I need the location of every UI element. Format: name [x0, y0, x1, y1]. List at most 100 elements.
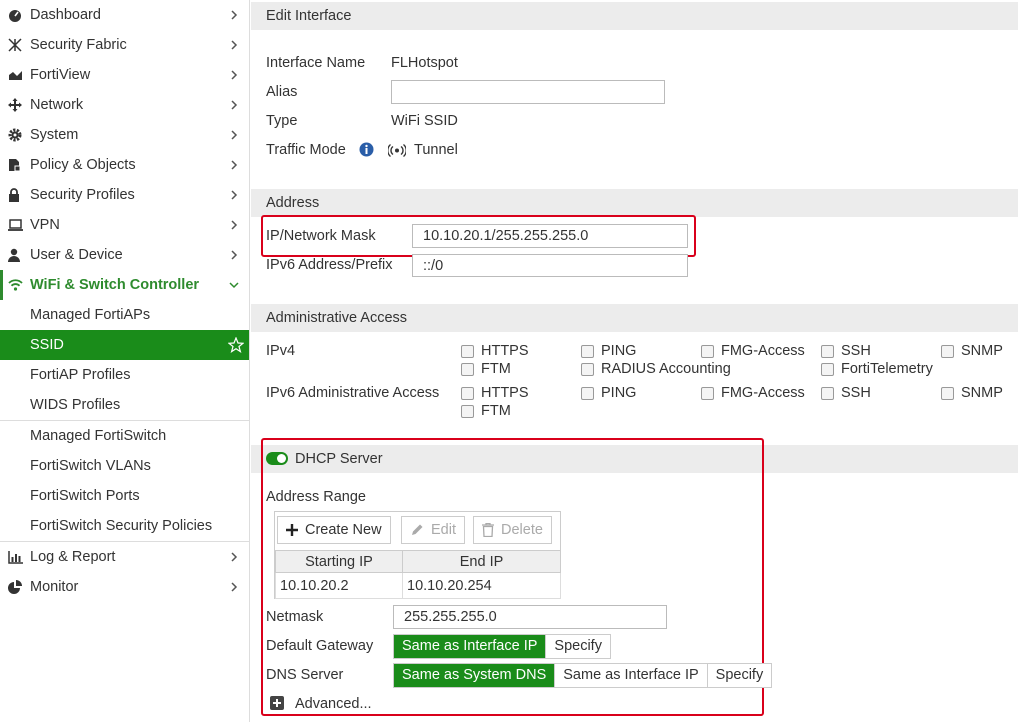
checkbox-ipv4-ftm[interactable]: FTM: [461, 360, 511, 378]
interface-name-value: FLHotspot: [391, 55, 458, 71]
info-icon[interactable]: [359, 142, 374, 157]
create-new-label: Create New: [305, 522, 382, 538]
plus-icon: [286, 524, 298, 536]
sidebar-sub-fortiswitch-vlans[interactable]: FortiSwitch VLANs: [0, 451, 249, 481]
sidebar-item-system[interactable]: System: [0, 120, 249, 150]
sidebar-item-dashboard[interactable]: Dashboard: [0, 0, 249, 30]
gateway-same-as-interface-option[interactable]: Same as Interface IP: [394, 635, 547, 658]
expand-plus-icon[interactable]: [270, 696, 284, 710]
sidebar-item-label: Security Profiles: [30, 187, 135, 203]
sidebar-sub-managed-fortiswitch[interactable]: Managed FortiSwitch: [0, 421, 249, 451]
create-new-button[interactable]: Create New: [277, 516, 391, 544]
checkbox-ipv4-https[interactable]: HTTPS: [461, 342, 529, 360]
sidebar-item-policy-objects[interactable]: Policy & Objects: [0, 150, 249, 180]
security-fabric-icon: [8, 38, 26, 52]
checkbox-label: SNMP: [961, 385, 1003, 401]
sidebar-item-log-report[interactable]: Log & Report: [0, 542, 249, 572]
sidebar-sub-fortiap-profiles[interactable]: FortiAP Profiles: [0, 360, 249, 390]
gateway-specify-option[interactable]: Specify: [546, 635, 610, 658]
checkbox-ipv6-ping[interactable]: PING: [581, 384, 636, 402]
policy-document-icon: [8, 158, 26, 172]
edit-interface-panel: Edit Interface Interface Name FLHotspot …: [251, 0, 1018, 722]
sidebar-item-user-device[interactable]: User & Device: [0, 240, 249, 270]
user-icon: [8, 248, 26, 262]
chevron-right-icon: [231, 190, 238, 200]
sidebar-item-label: Network: [30, 97, 84, 113]
checkbox-ipv6-fmg-access[interactable]: FMG-Access: [701, 384, 805, 402]
sidebar-sub-label: WIDS Profiles: [30, 397, 121, 413]
checkbox-ipv4-snmp[interactable]: SNMP: [941, 342, 1003, 360]
column-header-end-ip[interactable]: End IP: [402, 550, 561, 573]
sidebar-item-fortiview[interactable]: FortiView: [0, 60, 249, 90]
dns-same-as-interface-option[interactable]: Same as Interface IP: [555, 664, 708, 687]
checkbox-label: HTTPS: [481, 343, 529, 359]
ip-netmask-label: IP/Network Mask: [266, 228, 376, 244]
chevron-right-icon: [231, 70, 238, 80]
end-ip-cell: 10.10.20.254: [402, 572, 561, 599]
sidebar-item-label: User & Device: [30, 247, 123, 263]
sidebar-nav: Dashboard Security Fabric FortiView Netw…: [0, 0, 250, 722]
star-favorite-icon[interactable]: [228, 337, 244, 353]
checkbox-ipv4-ping[interactable]: PING: [581, 342, 636, 360]
checkbox-ipv4-ssh[interactable]: SSH: [821, 342, 871, 360]
interface-name-label: Interface Name: [266, 55, 366, 71]
sidebar-sub-wids-profiles[interactable]: WIDS Profiles: [0, 390, 249, 420]
sidebar-item-label: VPN: [30, 217, 60, 233]
dhcp-toggle-switch[interactable]: [266, 452, 288, 465]
checkbox-ipv6-snmp[interactable]: SNMP: [941, 384, 1003, 402]
checkbox-ipv4-fortitelemetry[interactable]: FortiTelemetry: [821, 360, 933, 378]
traffic-mode-value: Tunnel: [414, 142, 458, 158]
checkbox-label: FMG-Access: [721, 343, 805, 359]
sidebar-sub-label: FortiSwitch Ports: [30, 488, 140, 504]
sidebar-item-wifi-switch-controller[interactable]: WiFi & Switch Controller: [0, 270, 249, 300]
checkbox-ipv4-radius-accounting[interactable]: RADIUS Accounting: [581, 360, 731, 378]
ipv6-prefix-input[interactable]: ::/0: [412, 254, 688, 277]
dns-same-as-system-option[interactable]: Same as System DNS: [394, 664, 556, 687]
default-gateway-selector: Same as Interface IP Specify: [393, 634, 611, 659]
checkbox-label: SSH: [841, 343, 871, 359]
edit-button[interactable]: Edit: [401, 516, 465, 544]
admin-access-header: Administrative Access: [251, 304, 1018, 332]
checkbox-label: FTM: [481, 361, 511, 377]
monitor-pie-icon: [8, 580, 26, 594]
checkbox-ipv6-ftm[interactable]: FTM: [461, 402, 511, 420]
netmask-input[interactable]: 255.255.255.0: [393, 605, 667, 629]
sidebar-item-security-fabric[interactable]: Security Fabric: [0, 30, 249, 60]
starting-ip-cell: 10.10.20.2: [275, 572, 403, 599]
chevron-right-icon: [231, 220, 238, 230]
sidebar-sub-fortiswitch-ports[interactable]: FortiSwitch Ports: [0, 481, 249, 511]
checkbox-ipv4-fmg-access[interactable]: FMG-Access: [701, 342, 805, 360]
sidebar-sub-fortiswitch-security-policies[interactable]: FortiSwitch Security Policies: [0, 511, 249, 541]
network-arrows-icon: [8, 98, 26, 112]
dns-specify-option[interactable]: Specify: [707, 664, 772, 687]
delete-button[interactable]: Delete: [473, 516, 552, 544]
sidebar-item-label: FortiView: [30, 67, 91, 83]
chevron-right-icon: [231, 130, 238, 140]
sidebar-sub-managed-fortiaps[interactable]: Managed FortiAPs: [0, 300, 249, 330]
checkbox-ipv6-https[interactable]: HTTPS: [461, 384, 529, 402]
column-header-starting-ip[interactable]: Starting IP: [275, 550, 403, 573]
sidebar-item-vpn[interactable]: VPN: [0, 210, 249, 240]
sidebar-sub-ssid[interactable]: SSID: [0, 330, 249, 360]
alias-label: Alias: [266, 84, 298, 100]
alias-input[interactable]: [391, 80, 665, 104]
sidebar-item-network[interactable]: Network: [0, 90, 249, 120]
chevron-right-icon: [231, 250, 238, 260]
checkbox-ipv6-ssh[interactable]: SSH: [821, 384, 871, 402]
sidebar-item-monitor[interactable]: Monitor: [0, 572, 249, 602]
checkbox-label: HTTPS: [481, 385, 529, 401]
advanced-link[interactable]: Advanced...: [295, 696, 372, 712]
address-range-label: Address Range: [266, 489, 366, 505]
netmask-label: Netmask: [266, 609, 324, 625]
tunnel-broadcast-icon: [388, 144, 406, 157]
sidebar-item-label: Policy & Objects: [30, 157, 136, 173]
sidebar-item-label: System: [30, 127, 79, 143]
table-row[interactable]: 10.10.20.2 10.10.20.254: [275, 572, 561, 599]
sidebar-item-security-profiles[interactable]: Security Profiles: [0, 180, 249, 210]
ip-netmask-input[interactable]: 10.10.20.1/255.255.255.0: [412, 224, 688, 248]
edit-interface-header: Edit Interface: [251, 2, 1018, 30]
wifi-icon: [8, 279, 26, 291]
sidebar-sub-label: Managed FortiAPs: [30, 307, 151, 323]
chevron-right-icon: [231, 160, 238, 170]
fortiview-chart-icon: [8, 69, 26, 81]
